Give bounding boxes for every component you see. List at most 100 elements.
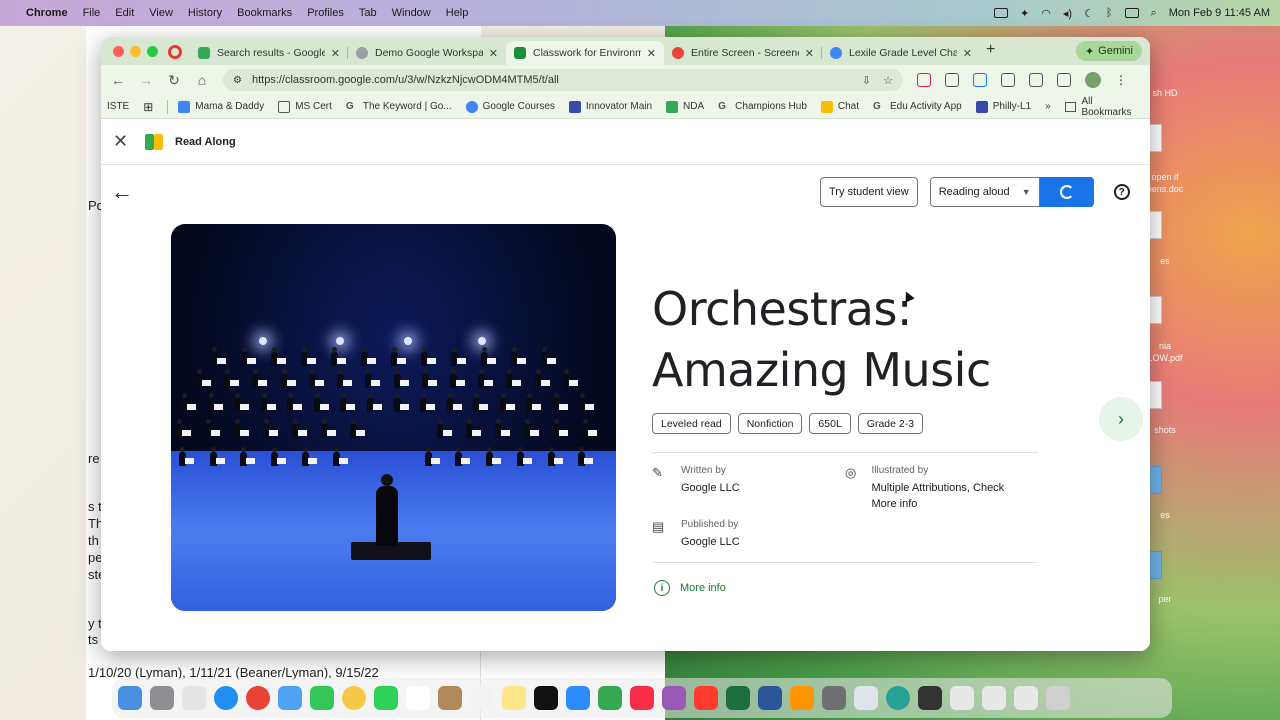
minimize-window-button[interactable] [130,46,141,57]
menu-edit[interactable]: Edit [115,7,134,19]
new-tab-button[interactable]: + [986,41,995,59]
install-icon[interactable]: ⇩ [862,74,871,87]
reload-icon[interactable]: ↻ [167,72,181,89]
start-reading-button[interactable] [1039,177,1094,207]
menu-tab[interactable]: Tab [359,7,377,19]
tab-screencast[interactable]: Entire Screen - Screenca ✕ [664,41,822,65]
tab-search-results[interactable]: Search results - Google D ✕ [190,41,348,65]
home-icon[interactable]: ⌂ [195,72,209,88]
preview-icon[interactable] [854,686,878,710]
clock[interactable]: Mon Feb 9 11:45 AM [1169,7,1270,19]
notes-app-icon[interactable] [438,686,462,710]
menu-profiles[interactable]: Profiles [307,7,344,19]
calculator-icon[interactable] [822,686,846,710]
menu-app-name[interactable]: Chrome [26,7,68,19]
podcasts-icon[interactable] [662,686,686,710]
zoom-icon[interactable] [566,686,590,710]
menu-file[interactable]: File [83,7,101,19]
bookmark-mama-daddy[interactable]: Mama & Daddy [178,100,264,113]
menu-bookmarks[interactable]: Bookmarks [237,7,292,19]
bookmark-ms-cert[interactable]: MS Cert [278,100,332,113]
document-icon[interactable] [982,686,1006,710]
close-window-button[interactable] [113,46,124,57]
close-tab-icon[interactable]: ✕ [489,47,498,60]
reminders-icon[interactable] [470,686,494,710]
menu-history[interactable]: History [188,7,222,19]
profile-avatar[interactable] [1085,72,1101,88]
menu-window[interactable]: Window [392,7,431,19]
bookmark-edu-activity[interactable]: G Edu Activity App [873,101,962,113]
mail-icon[interactable] [278,686,302,710]
extension-icon[interactable] [945,73,959,87]
chrome-icon[interactable] [246,686,270,710]
word-icon[interactable] [758,686,782,710]
calendar-icon[interactable] [406,686,430,710]
extension-icon[interactable] [973,73,987,87]
bookmark-keyword[interactable]: G The Keyword | Go... [346,101,452,113]
bookmark-iste[interactable]: ISTE [107,101,129,112]
next-page-button[interactable]: › [1099,397,1143,441]
keychain-icon[interactable] [918,686,942,710]
apps-grid-icon[interactable]: ⊞ [143,100,153,114]
maximize-window-button[interactable] [147,46,158,57]
settings-icon[interactable] [150,686,174,710]
notes-icon[interactable] [502,686,526,710]
moon-icon[interactable]: ☾ [1084,7,1094,20]
bookmark-champions[interactable]: G Champions Hub [718,101,807,113]
record-indicator-icon[interactable] [168,45,182,59]
tab-demo-workspace[interactable]: Demo Google Workspace ✕ [348,41,506,65]
menu-help[interactable]: Help [446,7,469,19]
chat-app-icon[interactable] [598,686,622,710]
bookmark-innovator[interactable]: Innovator Main [568,100,652,113]
battery-icon[interactable] [1124,8,1139,18]
all-bookmarks[interactable]: All Bookmarks [1064,96,1144,118]
url-text[interactable]: https://classroom.google.com/u/3/w/NzkzN… [252,74,559,86]
more-menu-icon[interactable]: ⋮ [1115,73,1127,87]
messages-icon[interactable] [310,686,334,710]
back-icon[interactable]: ← [111,72,125,88]
close-tab-icon[interactable]: ✕ [963,47,972,60]
bookmark-star-icon[interactable]: ☆ [883,74,893,87]
finder-icon[interactable] [118,686,142,710]
screen-record-icon[interactable] [994,8,1009,18]
excel-icon[interactable] [726,686,750,710]
bookmark-chat[interactable]: Chat [820,100,859,113]
document-icon[interactable] [950,686,974,710]
facetime-icon[interactable] [374,686,398,710]
close-tab-icon[interactable]: ✕ [647,47,656,60]
back-arrow-icon[interactable]: ← [111,179,135,204]
reading-mode-select[interactable]: Reading aloud ▼ [929,177,1040,207]
more-info-link[interactable]: i More info [654,580,726,596]
extension-icon[interactable] [1001,73,1015,87]
address-bar[interactable]: ⚙ https://classroom.google.com/u/3/w/Nzk… [223,69,903,91]
document-icon[interactable] [1014,686,1038,710]
news-icon[interactable] [694,686,718,710]
bookmark-philly[interactable]: Philly-L1 [975,100,1031,113]
tv-icon[interactable] [534,686,558,710]
close-icon[interactable]: ✕ [113,131,137,152]
side-panel-icon[interactable] [1057,73,1071,87]
trash-icon[interactable] [1046,686,1070,710]
puzzle-icon[interactable] [1029,73,1043,87]
close-tab-icon[interactable]: ✕ [331,47,340,60]
bookmarks-overflow-icon[interactable]: » [1045,101,1051,112]
sparkle-icon[interactable]: ✦ [1020,7,1029,20]
menu-view[interactable]: View [149,7,173,19]
wifi-icon[interactable]: ◠ [1041,7,1051,20]
gemini-button[interactable]: ✦ Gemini [1075,41,1142,61]
volume-icon[interactable]: ◂) [1063,7,1072,20]
tab-classwork[interactable]: Classwork for Environme ✕ [506,41,664,65]
help-icon[interactable]: ? [1113,184,1130,200]
safari-icon[interactable] [214,686,238,710]
search-icon[interactable]: ⌕ [1151,7,1157,20]
site-info-icon[interactable]: ⚙ [233,75,242,86]
bookmark-nda[interactable]: NDA [666,100,704,113]
books-icon[interactable] [790,686,814,710]
try-student-view-button[interactable]: Try student view [820,177,918,207]
tab-lexile-chart[interactable]: Lexile Grade Level Chart ✕ [822,41,980,65]
music-icon[interactable] [630,686,654,710]
close-tab-icon[interactable]: ✕ [805,47,814,60]
bookmark-google-courses[interactable]: Google Courses [465,100,555,113]
bluetooth-icon[interactable]: ᛒ [1106,7,1113,19]
extension-icon[interactable] [917,73,931,87]
